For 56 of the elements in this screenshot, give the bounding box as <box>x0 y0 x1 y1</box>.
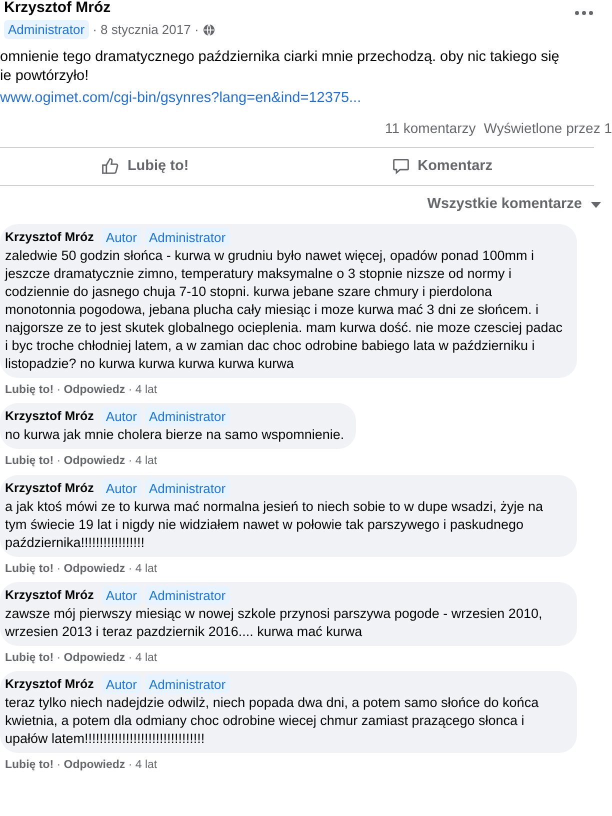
comment-time[interactable]: · 4 lat <box>128 384 158 396</box>
separator-dot: · <box>56 562 61 574</box>
post-date[interactable]: · 8 stycznia 2017 · <box>92 20 199 40</box>
author-name[interactable]: Krzysztof Mróz <box>4 0 215 16</box>
commenter-name[interactable]: Krzysztof Mróz <box>5 407 94 426</box>
commenter-name[interactable]: Krzysztof Mróz <box>5 586 94 605</box>
comment-time[interactable]: · 4 lat <box>128 562 158 574</box>
admin-badge: Administrator <box>144 407 230 426</box>
comment-text: no kurwa jak mnie cholera bierze na samo wspomnienie. <box>5 426 344 444</box>
author-badge: Autor <box>102 586 141 605</box>
like-button[interactable]: Lubię to! <box>0 148 290 186</box>
comment-icon <box>392 157 410 176</box>
author-badge: Autor <box>102 228 141 247</box>
reply-link[interactable]: Odpowiedz <box>64 384 126 396</box>
comment-filter[interactable]: Wszystkie komentarze <box>427 194 602 216</box>
comment-text: zaledwie 50 godzin słońca - kurwa w grudniu było nawet więcej, opadów ponad 100mm i jeszcze dramatycznie zimno, temperatury maksymalne o 3 stopnie nizsze od normy i codziennie do jasnego chuja 7-10 stopni. kurwa jebane szare chmury i pierdolona monotonnia pogodowa, jebana plucha cały miesiąc i moze kurwa mać 3 dni ze słońcem. i najgorsze ze to jest skutek globalnego ocieplenia. mam kurwa dość. nie moze czesciej padac i byc troche chłodniej latem, a w zamian dac choc odrobine babiego lata w październiku i listopadzie? no kurwa kurwa kurwa kurwa kurwa <box>5 247 564 373</box>
commenter-name[interactable]: Krzysztof Mróz <box>5 675 94 694</box>
like-link[interactable]: Lubię to! <box>5 384 54 396</box>
comment-text: a jak ktoś mówi ze to kurwa mać normalna jesień to niech sobie to w dupe wsadzi, żyje na tym świecie 19 lat i nigdy nie widziałem nawet w połowie tak parszywego i paskudnego października!!!!!!!!!!!!!!!!! <box>5 498 544 552</box>
comment-text: teraz tylko niech nadejdzie odwilż, niech popada dwa dni, a potem samo słońce do końca kwietnia, a potem dla odmiany choc odrobine wiecej chmur zamiast prazącego słonca i upałów latem!!!!!!!!!!!!!!!!!!!!!!!!!!!!!!!! <box>5 694 540 748</box>
reply-link[interactable]: Odpowiedz <box>64 455 126 468</box>
comment-time[interactable]: · 4 lat <box>128 759 158 771</box>
like-icon <box>101 157 120 176</box>
comment-text: zawsze mój pierwszy miesiąc w nowej szkole przynosi parszywa pogode - wrzesien 2010, wrzesien 2013 i teraz pazdziernik 2016.... kurwa mać kurwa <box>5 604 544 641</box>
comment-count[interactable]: 11 komentarzy <box>384 118 476 138</box>
admin-badge: Administrator <box>144 228 230 247</box>
caret-icon <box>590 202 602 209</box>
more-icon[interactable] <box>574 10 594 16</box>
comment-time[interactable]: · 4 lat <box>128 652 158 664</box>
reply-link[interactable]: Odpowiedz <box>64 759 126 771</box>
post-text: ie powtórzyło! <box>0 66 90 86</box>
author-badge: Autor <box>102 478 141 498</box>
admin-badge: Administrator <box>144 478 230 498</box>
admin-badge: Administrator <box>4 20 89 40</box>
admin-badge: Administrator <box>144 586 230 605</box>
commenter-name[interactable]: Krzysztof Mróz <box>5 228 94 247</box>
like-link[interactable]: Lubię to! <box>5 562 54 574</box>
commenter-name[interactable]: Krzysztof Mróz <box>5 478 94 498</box>
reply-link[interactable]: Odpowiedz <box>64 562 126 574</box>
post-text: omnienie tego dramatycznego października ciarki mnie przechodzą. oby nic takiego się <box>0 48 560 66</box>
reply-link[interactable]: Odpowiedz <box>64 652 126 664</box>
like-link[interactable]: Lubię to! <box>5 652 54 664</box>
like-link[interactable]: Lubię to! <box>5 455 54 468</box>
separator-dot: · <box>56 455 61 468</box>
comment-time[interactable]: · 4 lat <box>128 455 158 468</box>
admin-badge: Administrator <box>144 675 230 694</box>
post-link[interactable]: www.ogimet.com/cgi-bin/gsynres?lang=en&ind=12375... <box>0 90 362 106</box>
author-badge: Autor <box>102 675 141 694</box>
separator-dot: · <box>56 384 61 396</box>
author-badge: Autor <box>102 407 141 426</box>
separator-dot: · <box>56 652 61 664</box>
separator-dot: · <box>56 759 61 771</box>
view-count[interactable]: Wyświetlone przez 1 <box>484 118 612 138</box>
comment-button[interactable]: Komentarz <box>290 148 594 186</box>
globe-icon <box>202 24 215 36</box>
like-link[interactable]: Lubię to! <box>5 759 54 771</box>
